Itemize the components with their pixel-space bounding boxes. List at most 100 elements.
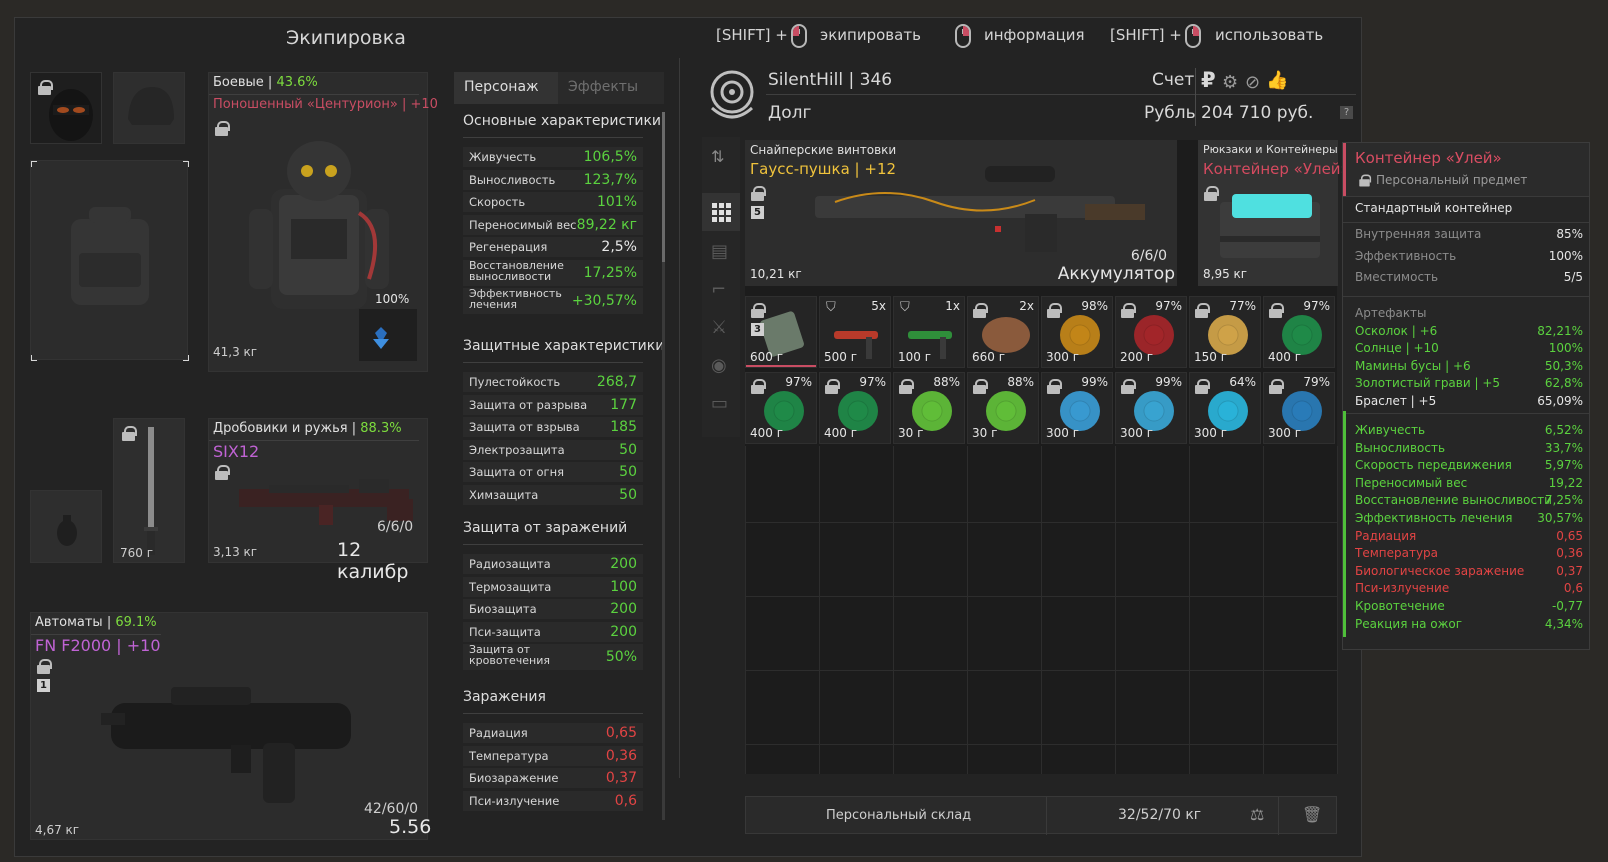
debt-label: Долг <box>768 103 812 123</box>
armor-slot[interactable]: Боевые | 43.6% Поношенный «Центурион» | … <box>208 72 438 372</box>
item-percent: 5x <box>871 299 886 313</box>
container-weight: 8,95 кг <box>1203 267 1248 281</box>
tooltip-effect: Выносливость 33,7% <box>1355 440 1583 455</box>
item-percent: 1x <box>945 299 960 313</box>
tab-effects[interactable]: Эффекты <box>558 72 664 104</box>
inventory-item[interactable]: 98% 300 г <box>1041 296 1113 368</box>
faction-emblem-icon <box>710 70 754 119</box>
melee-weight: 760 г <box>120 546 154 560</box>
item-weight: 300 г <box>1046 350 1080 364</box>
inventory-item[interactable]: 88% 30 г <box>967 372 1039 444</box>
storage-weight: 32/52/70 кг <box>1118 807 1202 823</box>
stats-section-title: Защита от заражений <box>463 520 628 536</box>
stat-row: Пси-защита 200 <box>463 621 643 642</box>
trash-icon[interactable]: 🗑 <box>1302 805 1322 824</box>
inventory-item[interactable]: 97% 200 г <box>1115 296 1187 368</box>
stats-scrollbar[interactable] <box>662 112 665 820</box>
tooltip-effect: Кровотечение -0,77 <box>1355 599 1583 613</box>
stat-row: Термозащита 100 <box>463 576 643 597</box>
settings-icon[interactable]: ⚙ <box>1222 72 1238 93</box>
inventory-item[interactable]: ⛉ 1x 100 г <box>893 296 965 368</box>
item-percent: 97% <box>1303 299 1330 313</box>
gauss-ammo-type: Аккумулятор <box>1057 264 1175 284</box>
stat-value: 185 <box>610 419 637 435</box>
stat-label: Защита от огня <box>469 465 565 479</box>
tooltip-effect: Переносимый вес 19,22 <box>1355 475 1583 490</box>
stat-value: 17,25% <box>583 264 637 281</box>
grenade-slot[interactable] <box>30 490 102 563</box>
tab-character[interactable]: Персонаж <box>454 72 558 104</box>
inventory-item[interactable]: 88% 30 г <box>893 372 965 444</box>
filter-all-tab[interactable] <box>702 193 740 231</box>
sort-icon[interactable]: ⇅ <box>711 147 731 167</box>
armor-icon <box>249 141 389 309</box>
stat-label: Восстановление выносливости <box>469 258 564 283</box>
stat-label: Эффективность лечения <box>469 287 562 311</box>
inventory-item[interactable]: 77% 150 г <box>1189 296 1261 368</box>
weapon-filter-icon[interactable]: ⌐ <box>711 279 731 300</box>
inventory-item[interactable]: 99% 300 г <box>1041 372 1113 444</box>
shield-icon: ⛉ <box>826 300 836 315</box>
misc-filter-icon[interactable]: ▭ <box>711 393 731 414</box>
stat-row: Биозащита 200 <box>463 599 643 619</box>
stat-value: 50% <box>605 649 637 665</box>
shotgun-caliber: 12 калибр <box>337 539 409 583</box>
stat-row: Защита от кровотечения 50% <box>463 644 643 670</box>
item-weight: 30 г <box>972 426 998 440</box>
stat-row: Электрозащита 50 <box>463 439 643 460</box>
rifle-slot[interactable]: Автоматы | 69.1% FN F2000 | +10 1 42/60/… <box>30 612 431 840</box>
storage-label[interactable]: Персональный склад <box>826 808 971 823</box>
artifact-filter-icon[interactable]: ◉ <box>711 355 731 376</box>
thumbs-up-icon[interactable]: 👍 <box>1266 70 1288 91</box>
stat-label: Выносливость <box>469 172 556 187</box>
armor-upgrade-slot[interactable] <box>359 309 417 361</box>
stat-label: Защита от взрыва <box>469 420 580 434</box>
melee-filter-icon[interactable]: ⚔ <box>711 317 731 338</box>
lock-icon <box>1121 303 1136 318</box>
inventory-item[interactable]: 2x 660 г <box>967 296 1039 368</box>
inventory-item[interactable]: 79% 300 г <box>1263 372 1335 444</box>
stat-value: 123,7% <box>583 171 637 188</box>
inventory-item[interactable]: 97% 400 г <box>745 372 817 444</box>
compass-icon[interactable]: ⊘ <box>1245 72 1260 93</box>
melee-slot[interactable]: 760 г <box>113 418 185 563</box>
lock-icon <box>1359 174 1372 187</box>
inventory-item[interactable]: 97% 400 г <box>1263 296 1335 368</box>
stat-value: 0,36 <box>605 747 637 764</box>
stat-row: Радиозащита 200 <box>463 554 643 574</box>
item-weight: 400 г <box>1268 350 1302 364</box>
stat-value: 50 <box>619 441 637 458</box>
hint-shift-equip: [SHIFT] + <box>716 26 788 44</box>
item-weight: 400 г <box>750 426 784 440</box>
stat-row: Регенерация 2,5% <box>463 237 643 257</box>
shield-icon: ⛉ <box>900 300 910 315</box>
stats-tabs: Персонаж Эффекты <box>454 72 664 104</box>
stat-label: Защита от кровотечения <box>469 643 550 667</box>
helmet-slot[interactable] <box>113 72 185 144</box>
lock-icon <box>899 379 914 394</box>
tooltip-effect: Эффективность лечения 30,57% <box>1355 511 1583 525</box>
item-percent: 97% <box>785 375 812 389</box>
rifle-category: Автоматы | 69.1% <box>35 615 157 630</box>
armor-filter-icon[interactable]: ▤ <box>711 241 731 262</box>
left-mouse-icon <box>791 24 807 48</box>
gauss-rifle-item[interactable]: Снайперские винтовки Гаусс-пушка | +12 5… <box>745 140 1177 286</box>
stat-label: Пулестойкость <box>469 375 561 389</box>
inventory-item[interactable]: 97% 400 г <box>819 372 891 444</box>
inventory-item[interactable]: 64% 300 г <box>1189 372 1261 444</box>
mask-slot[interactable] <box>30 72 102 144</box>
container-item[interactable]: Рюкзаки и Контейнеры Контейнер «Улей» 8,… <box>1198 140 1350 286</box>
backpack-slot[interactable] <box>30 160 189 361</box>
inventory-item[interactable]: 3 600 г <box>745 296 817 368</box>
inventory-item[interactable]: ⛉ 5x 500 г <box>819 296 891 368</box>
lock-icon <box>973 303 988 318</box>
account-label: Счет <box>1152 70 1195 90</box>
item-stack-badge: 3 <box>751 323 764 336</box>
player-name: SilentHill | 346 <box>768 70 893 90</box>
help-icon[interactable]: ? <box>1340 106 1353 119</box>
shotgun-slot[interactable]: Дробовики и ружья | 88.3% SIX12 6/6/0 3,… <box>208 418 428 583</box>
stat-value: +30,57% <box>571 293 637 309</box>
tooltip-effect: Живучесть 6,52% <box>1355 423 1583 437</box>
stat-value: 89,22 кг <box>576 216 637 233</box>
inventory-item[interactable]: 99% 300 г <box>1115 372 1187 444</box>
